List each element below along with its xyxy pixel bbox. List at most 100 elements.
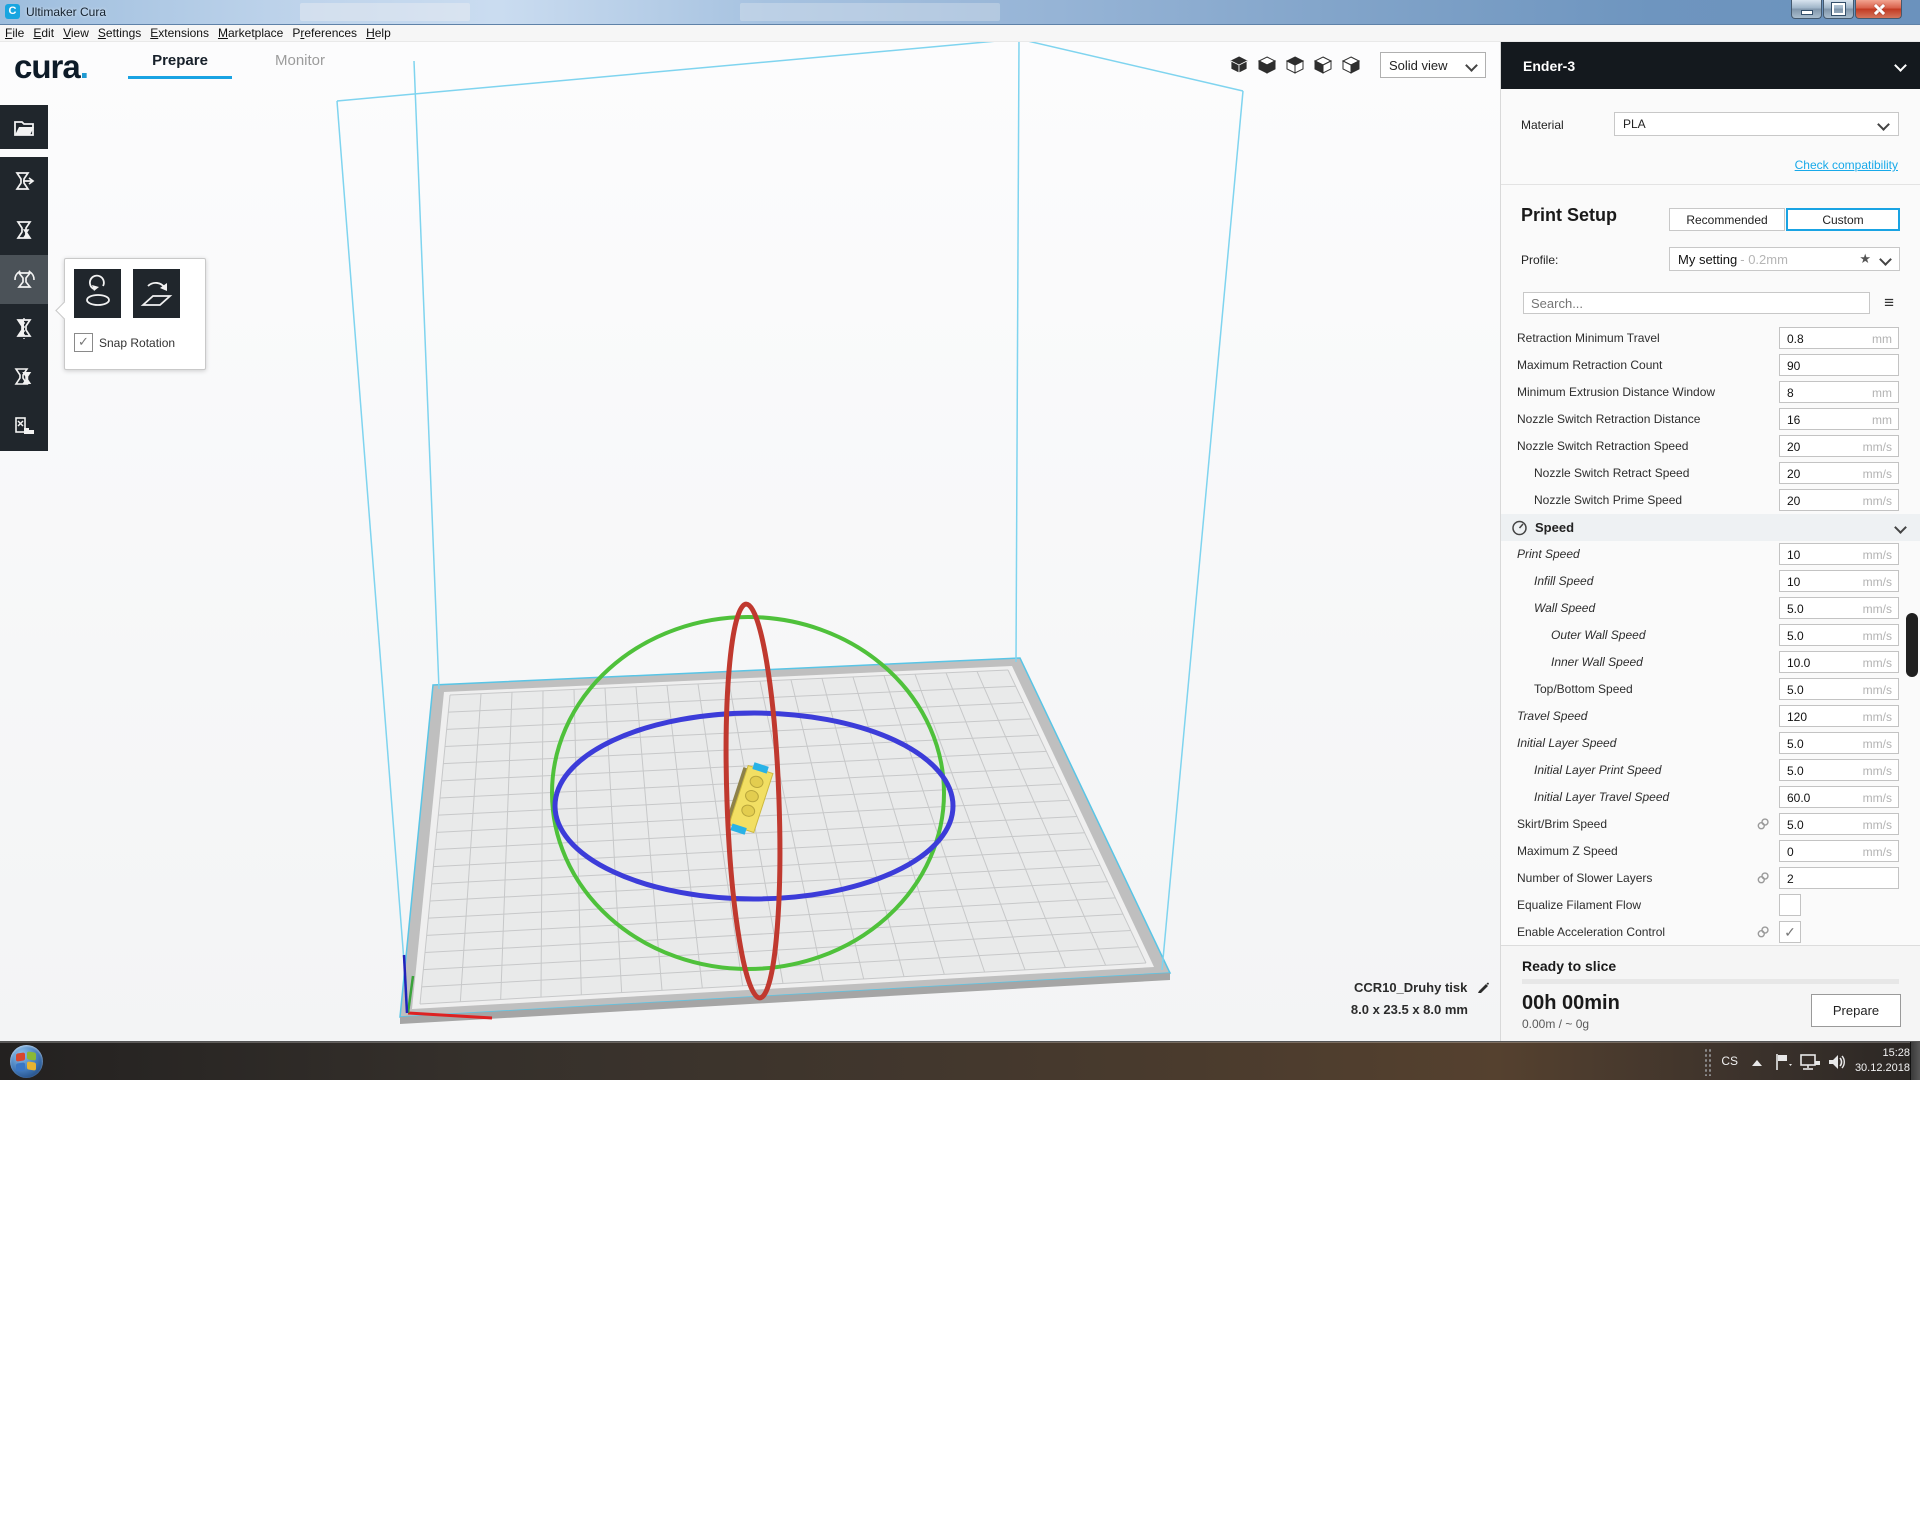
setting-value-box[interactable]: 20mm/s (1779, 435, 1899, 457)
settings-category-speed[interactable]: Speed (1501, 514, 1920, 541)
edit-pencil-icon[interactable] (1476, 980, 1490, 994)
setting-checkbox[interactable] (1779, 894, 1801, 916)
lay-flat-icon (133, 269, 180, 318)
setting-value: 60.0 (1787, 791, 1810, 805)
setting-value-box[interactable]: 5.0mm/s (1779, 597, 1899, 619)
tab-monitor[interactable]: Monitor (240, 52, 360, 79)
setting-row: Minimum Extrusion Distance Window8mm (1501, 379, 1920, 406)
setting-label: Retraction Minimum Travel (1517, 331, 1660, 345)
setting-row: Initial Layer Speed5.0mm/s (1501, 730, 1920, 757)
view-right-icon[interactable] (1340, 54, 1362, 76)
setting-value-box[interactable]: 10mm/s (1779, 570, 1899, 592)
tool-scale[interactable] (0, 206, 48, 255)
network-icon[interactable] (1798, 1052, 1822, 1072)
setting-label: Print Speed (1517, 547, 1580, 561)
setting-unit: mm/s (1863, 656, 1892, 670)
chevron-down-icon (1894, 521, 1907, 534)
scale-icon (11, 218, 37, 244)
reset-rotation-button[interactable] (74, 269, 121, 318)
divider (1501, 184, 1920, 185)
star-icon[interactable]: ★ (1859, 251, 1871, 267)
setting-value-box[interactable]: 0.8mm (1779, 327, 1899, 349)
tool-mirror[interactable] (0, 304, 48, 353)
setting-value-box[interactable]: 60.0 mm/s (1779, 786, 1899, 808)
model-dimensions: 8.0 x 23.5 x 8.0 mm (1190, 1002, 1468, 1017)
view-front-icon[interactable] (1256, 54, 1278, 76)
profile-dropdown[interactable]: My setting - 0.2mm ★ (1669, 247, 1900, 271)
setting-value-box[interactable]: 16mm (1779, 408, 1899, 430)
printer-selector[interactable]: Ender-3 (1501, 42, 1920, 89)
show-hidden-icons-arrow[interactable] (1752, 1060, 1762, 1066)
setting-value-box[interactable]: 120mm/s (1779, 705, 1899, 727)
setting-value-box[interactable]: 5.0mm/s (1779, 813, 1899, 835)
recommended-button[interactable]: Recommended (1669, 208, 1785, 231)
settings-search-input[interactable] (1523, 292, 1870, 314)
view-mode-dropdown[interactable]: Solid view (1380, 52, 1486, 78)
tool-column (0, 157, 48, 451)
setting-row: Skirt/Brim Speed5.0mm/s (1501, 811, 1920, 838)
menu-file[interactable]: File (5, 26, 24, 40)
tool-rotate[interactable] (0, 255, 48, 304)
view-top-icon[interactable] (1284, 54, 1306, 76)
setting-value-box[interactable]: 2 (1779, 867, 1899, 889)
menu-extensions[interactable]: Extensions (150, 26, 209, 40)
taskbar-clock[interactable]: 15:28 30.12.2018 (1840, 1046, 1910, 1076)
setting-value-box[interactable]: 20mm/s (1779, 462, 1899, 484)
open-file-button[interactable] (0, 105, 48, 149)
start-button[interactable] (10, 1045, 43, 1078)
material-dropdown[interactable]: PLA (1614, 112, 1899, 136)
settings-scrollbar-thumb[interactable] (1906, 613, 1918, 677)
setting-row: Outer Wall Speed5.0mm/s (1501, 622, 1920, 649)
menu-preferences[interactable]: Preferences (292, 26, 357, 40)
action-center-flag-icon[interactable] (1772, 1052, 1794, 1072)
print-setup-title: Print Setup (1521, 205, 1617, 226)
view-left-icon[interactable] (1312, 54, 1334, 76)
setting-unit: mm (1872, 386, 1892, 400)
maximize-button[interactable] (1823, 0, 1854, 19)
custom-button[interactable]: Custom (1786, 208, 1900, 231)
menu-marketplace[interactable]: Marketplace (218, 26, 283, 40)
language-indicator[interactable]: CS (1721, 1054, 1738, 1068)
setting-unit: mm/s (1863, 791, 1892, 805)
setting-value-box[interactable]: 20mm/s (1779, 489, 1899, 511)
settings-menu-icon[interactable]: ≡ (1884, 293, 1894, 313)
window-titlebar[interactable]: C Ultimaker Cura (0, 0, 1920, 25)
viewport-3d[interactable] (0, 42, 1500, 1041)
setting-unit: mm/s (1863, 818, 1892, 832)
setting-value-box[interactable]: 8mm (1779, 381, 1899, 403)
menu-edit[interactable]: Edit (33, 26, 54, 40)
view-mode-value: Solid view (1389, 58, 1448, 73)
check-compatibility-link[interactable]: Check compatibility (1795, 158, 1898, 172)
setting-value-box[interactable]: 10mm/s (1779, 543, 1899, 565)
lay-flat-button[interactable] (133, 269, 180, 318)
tool-support-blocker[interactable] (0, 402, 48, 451)
setting-value-box[interactable]: 5.0mm/s (1779, 678, 1899, 700)
tab-prepare[interactable]: Prepare (120, 52, 240, 79)
menu-settings[interactable]: Settings (98, 26, 141, 40)
setting-value-box[interactable]: 5.0mm/s (1779, 732, 1899, 754)
view-3d-icon[interactable] (1228, 54, 1250, 76)
minimize-button[interactable] (1791, 0, 1822, 19)
setting-row: Travel Speed120mm/s (1501, 703, 1920, 730)
setting-row: Wall Speed5.0mm/s (1501, 595, 1920, 622)
setting-row: Nozzle Switch Retract Speed20mm/s (1501, 460, 1920, 487)
menu-help[interactable]: Help (366, 26, 391, 40)
setting-checkbox[interactable]: ✓ (1779, 921, 1801, 943)
menu-view[interactable]: View (63, 26, 89, 40)
clock-date: 30.12.2018 (1840, 1061, 1910, 1076)
prepare-button[interactable]: Prepare (1811, 994, 1901, 1027)
show-desktop-button[interactable] (1910, 1042, 1920, 1080)
chevron-down-icon (1894, 59, 1907, 72)
maximize-icon (1832, 3, 1845, 15)
setting-row: Maximum Retraction Count90 (1501, 352, 1920, 379)
setting-value-box[interactable]: 90 (1779, 354, 1899, 376)
setting-value-box[interactable]: 5.0mm/s (1779, 624, 1899, 646)
setting-value-box[interactable]: 5.0mm/s (1779, 759, 1899, 781)
tool-move[interactable] (0, 157, 48, 206)
tool-per-model-settings[interactable] (0, 353, 48, 402)
snap-rotation-checkbox[interactable]: ✓ (74, 333, 93, 352)
setting-value-box[interactable]: 0mm/s (1779, 840, 1899, 862)
close-button[interactable] (1855, 0, 1902, 19)
setting-unit: mm/s (1863, 629, 1892, 643)
setting-value-box[interactable]: 10.0mm/s (1779, 651, 1899, 673)
